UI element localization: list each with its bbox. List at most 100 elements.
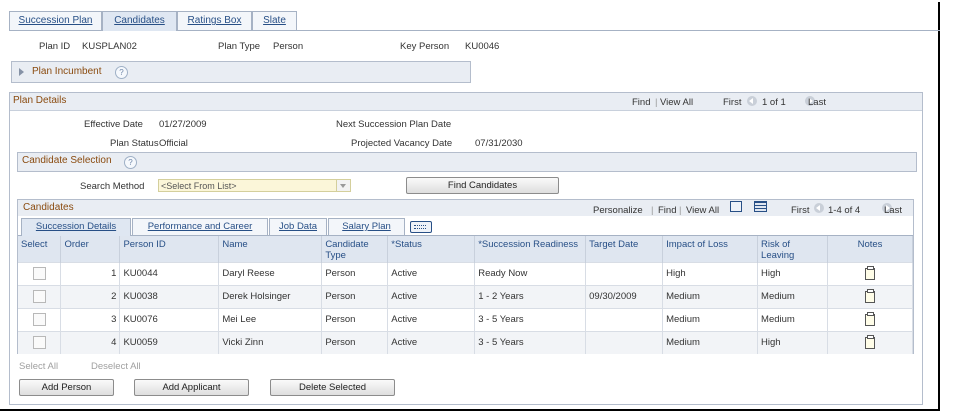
tab-slate[interactable]: Slate bbox=[252, 11, 297, 30]
column-header-notes: Notes bbox=[827, 236, 914, 262]
target-date-cell[interactable] bbox=[585, 330, 664, 354]
column-header-target-date[interactable]: Target Date bbox=[585, 236, 664, 262]
notes-icon[interactable] bbox=[864, 311, 875, 326]
plan-find-link[interactable]: Find bbox=[632, 97, 650, 108]
key-person-value: KU0046 bbox=[465, 41, 500, 52]
status-cell[interactable]: Active bbox=[387, 307, 476, 331]
risk-of-leaving-cell[interactable]: High bbox=[757, 261, 828, 285]
column-header-impact-of-loss[interactable]: Impact of Loss bbox=[662, 236, 759, 262]
window-frame-bottom bbox=[0, 409, 940, 411]
select-all-link[interactable]: Select All bbox=[19, 361, 58, 372]
help-icon[interactable]: ? bbox=[115, 66, 128, 79]
row-select-checkbox[interactable] bbox=[32, 290, 46, 303]
table-row: 4 KU0059 Vicki Zinn Person Active 3 - 5 … bbox=[18, 330, 914, 354]
search-method-value: <Select From List> bbox=[161, 181, 237, 191]
plan-first-label: First bbox=[723, 97, 742, 108]
row-select-checkbox[interactable] bbox=[32, 313, 46, 326]
risk-of-leaving-cell[interactable]: Medium bbox=[757, 307, 828, 331]
plan-id-label: Plan ID bbox=[39, 41, 71, 52]
risk-of-leaving-cell[interactable]: Medium bbox=[757, 284, 828, 308]
zoom-grid-icon[interactable] bbox=[730, 201, 742, 212]
candidates-grid: Candidates Personalize | Find | View All… bbox=[17, 199, 914, 354]
plan-type-value: Person bbox=[273, 41, 304, 52]
column-header-order: Order bbox=[60, 236, 121, 262]
add-applicant-button[interactable]: Add Applicant bbox=[134, 379, 249, 396]
plan-view-all-link[interactable]: View All bbox=[660, 97, 693, 108]
status-cell[interactable]: Active bbox=[387, 261, 476, 285]
notes-icon[interactable] bbox=[864, 265, 875, 280]
target-date-cell[interactable] bbox=[585, 307, 664, 331]
plan-range: 1 of 1 bbox=[762, 97, 786, 108]
help-icon[interactable]: ? bbox=[124, 156, 137, 169]
table-header-row: Select Order Person ID Name Candidate Ty… bbox=[18, 236, 914, 262]
readiness-cell[interactable]: 3 - 5 Years bbox=[474, 330, 587, 354]
person-id-cell: KU0076 bbox=[119, 307, 220, 331]
readiness-cell[interactable]: Ready Now bbox=[474, 261, 587, 285]
status-cell[interactable]: Active bbox=[387, 330, 476, 354]
search-method-select[interactable]: <Select From List> bbox=[158, 179, 351, 192]
tab-succession-details[interactable]: Succession Details bbox=[21, 218, 131, 236]
candidates-title: Candidates bbox=[23, 202, 74, 213]
plan-incumbent-section[interactable]: Plan Incumbent ? bbox=[11, 61, 471, 83]
candidate-name-link[interactable]: Daryl Reese bbox=[218, 261, 323, 285]
previous-arrow-icon[interactable] bbox=[747, 96, 757, 107]
notes-icon[interactable] bbox=[864, 334, 875, 349]
readiness-cell[interactable]: 3 - 5 Years bbox=[474, 307, 587, 331]
deselect-all-link[interactable]: Deselect All bbox=[91, 361, 141, 372]
tab-candidates[interactable]: Candidates bbox=[102, 11, 177, 31]
next-plan-date-label: Next Succession Plan Date bbox=[336, 119, 452, 130]
candidate-name-link[interactable]: Derek Holsinger bbox=[218, 284, 323, 308]
tab-succession-plan[interactable]: Succession Plan bbox=[9, 11, 102, 30]
impact-of-loss-cell[interactable]: Medium bbox=[662, 330, 759, 354]
column-header-candidate-type[interactable]: Candidate Type bbox=[321, 236, 389, 262]
expand-triangle-icon[interactable] bbox=[19, 68, 24, 76]
target-date-cell[interactable] bbox=[585, 261, 664, 285]
candidate-type-cell: Person bbox=[321, 307, 389, 331]
tab-ratings-box[interactable]: Ratings Box bbox=[177, 11, 252, 30]
readiness-cell[interactable]: 1 - 2 Years bbox=[474, 284, 587, 308]
tab-job-data[interactable]: Job Data bbox=[269, 218, 327, 235]
candidate-name-link[interactable]: Mei Lee bbox=[218, 307, 323, 331]
chevron-down-icon[interactable] bbox=[336, 180, 350, 191]
notes-icon[interactable] bbox=[864, 288, 875, 303]
page-tabs: Succession Plan Candidates Ratings Box S… bbox=[9, 11, 940, 31]
delete-selected-button[interactable]: Delete Selected bbox=[270, 379, 395, 396]
find-candidates-button[interactable]: Find Candidates bbox=[406, 177, 559, 194]
column-header-status[interactable]: *Status bbox=[387, 236, 476, 262]
plan-incumbent-title[interactable]: Plan Incumbent bbox=[32, 66, 102, 77]
candidates-table: Select Order Person ID Name Candidate Ty… bbox=[18, 236, 914, 354]
plan-details-header: Plan Details Find | View All First 1 of … bbox=[10, 93, 922, 111]
grid-first-label: First bbox=[791, 205, 810, 216]
target-date-cell[interactable]: 09/30/2009 bbox=[585, 284, 664, 308]
key-person-label: Key Person bbox=[400, 41, 450, 52]
impact-of-loss-cell[interactable]: Medium bbox=[662, 307, 759, 331]
table-row: 1 KU0044 Daryl Reese Person Active Ready… bbox=[18, 261, 914, 285]
risk-of-leaving-cell[interactable]: High bbox=[757, 330, 828, 354]
column-header-name[interactable]: Name bbox=[218, 236, 323, 262]
column-header-succession-readiness[interactable]: *Succession Readiness bbox=[474, 236, 587, 262]
table-row: 3 KU0076 Mei Lee Person Active 3 - 5 Yea… bbox=[18, 307, 914, 331]
row-select-checkbox[interactable] bbox=[32, 336, 46, 349]
find-link[interactable]: Find bbox=[658, 205, 676, 216]
previous-arrow-icon[interactable] bbox=[814, 203, 824, 214]
download-spreadsheet-icon[interactable] bbox=[754, 201, 767, 212]
row-select-checkbox[interactable] bbox=[32, 267, 46, 280]
plan-type-label: Plan Type bbox=[218, 41, 261, 52]
view-all-link[interactable]: View All bbox=[686, 205, 719, 216]
tab-salary-plan[interactable]: Salary Plan bbox=[328, 218, 405, 235]
nav-separator: | bbox=[651, 205, 654, 216]
column-header-risk-of-leaving[interactable]: Risk of Leaving bbox=[757, 236, 828, 262]
candidate-selection-header: Candidate Selection ? bbox=[17, 152, 917, 172]
impact-of-loss-cell[interactable]: Medium bbox=[662, 284, 759, 308]
projected-vacancy-value: 07/31/2030 bbox=[475, 138, 523, 149]
window-frame-right bbox=[938, 2, 940, 410]
personalize-link[interactable]: Personalize bbox=[593, 205, 643, 216]
status-cell[interactable]: Active bbox=[387, 284, 476, 308]
candidate-name-link[interactable]: Vicki Zinn bbox=[218, 330, 323, 354]
tab-performance-and-career[interactable]: Performance and Career bbox=[132, 218, 268, 235]
column-header-person-id[interactable]: Person ID bbox=[119, 236, 220, 262]
show-all-columns-icon[interactable] bbox=[410, 221, 432, 233]
add-person-button[interactable]: Add Person bbox=[19, 379, 114, 396]
impact-of-loss-cell[interactable]: High bbox=[662, 261, 759, 285]
projected-vacancy-label: Projected Vacancy Date bbox=[351, 138, 453, 149]
